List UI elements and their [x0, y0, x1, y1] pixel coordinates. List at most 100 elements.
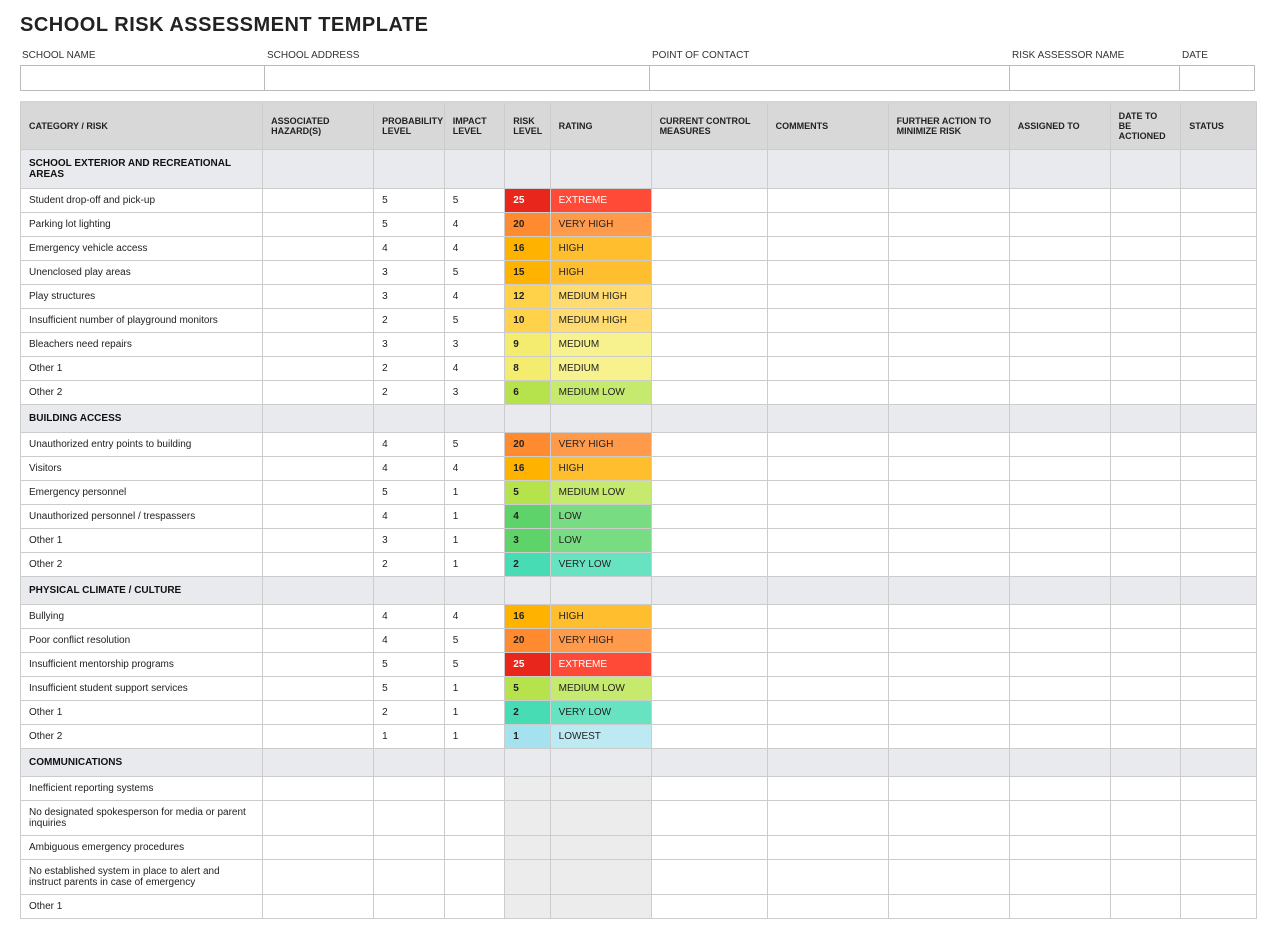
risk-name[interactable]: Student drop-off and pick-up	[21, 189, 263, 213]
further-cell[interactable]	[888, 481, 1009, 505]
date-cell[interactable]	[1110, 653, 1181, 677]
assigned-cell[interactable]	[1009, 457, 1110, 481]
assigned-cell[interactable]	[1009, 605, 1110, 629]
rating-cell[interactable]	[550, 895, 651, 919]
risk-level-cell[interactable]	[505, 860, 550, 895]
assigned-cell[interactable]	[1009, 381, 1110, 405]
assigned-cell[interactable]	[1009, 309, 1110, 333]
status-cell[interactable]	[1181, 860, 1257, 895]
assigned-cell[interactable]	[1009, 801, 1110, 836]
assigned-cell[interactable]	[1009, 677, 1110, 701]
prob-cell[interactable]: 4	[374, 605, 445, 629]
prob-cell[interactable]	[374, 895, 445, 919]
status-cell[interactable]	[1181, 333, 1257, 357]
comments-cell[interactable]	[767, 309, 888, 333]
further-cell[interactable]	[888, 189, 1009, 213]
prob-cell[interactable]: 5	[374, 189, 445, 213]
further-cell[interactable]	[888, 381, 1009, 405]
impact-cell[interactable]: 4	[444, 605, 505, 629]
risk-name[interactable]: Other 2	[21, 553, 263, 577]
comments-cell[interactable]	[767, 457, 888, 481]
risk-level-cell[interactable]: 16	[505, 605, 550, 629]
prob-cell[interactable]: 5	[374, 677, 445, 701]
comments-cell[interactable]	[767, 605, 888, 629]
comments-cell[interactable]	[767, 433, 888, 457]
assigned-cell[interactable]	[1009, 189, 1110, 213]
control-cell[interactable]	[651, 481, 767, 505]
risk-level-cell[interactable]: 9	[505, 333, 550, 357]
date-cell[interactable]	[1110, 677, 1181, 701]
hazard-cell[interactable]	[263, 553, 374, 577]
assigned-cell[interactable]	[1009, 701, 1110, 725]
rating-cell[interactable]: VERY HIGH	[550, 213, 651, 237]
control-cell[interactable]	[651, 189, 767, 213]
risk-name[interactable]: Insufficient student support services	[21, 677, 263, 701]
date-cell[interactable]	[1110, 433, 1181, 457]
assigned-cell[interactable]	[1009, 505, 1110, 529]
status-cell[interactable]	[1181, 481, 1257, 505]
rating-cell[interactable]	[550, 777, 651, 801]
status-cell[interactable]	[1181, 895, 1257, 919]
date-cell[interactable]	[1110, 357, 1181, 381]
impact-cell[interactable]: 1	[444, 725, 505, 749]
risk-name[interactable]: Other 2	[21, 381, 263, 405]
control-cell[interactable]	[651, 605, 767, 629]
prob-cell[interactable]: 4	[374, 433, 445, 457]
assigned-cell[interactable]	[1009, 529, 1110, 553]
comments-cell[interactable]	[767, 189, 888, 213]
comments-cell[interactable]	[767, 801, 888, 836]
rating-cell[interactable]	[550, 860, 651, 895]
hazard-cell[interactable]	[263, 381, 374, 405]
hazard-cell[interactable]	[263, 457, 374, 481]
hazard-cell[interactable]	[263, 333, 374, 357]
control-cell[interactable]	[651, 457, 767, 481]
risk-level-cell[interactable]: 20	[505, 629, 550, 653]
hazard-cell[interactable]	[263, 605, 374, 629]
status-cell[interactable]	[1181, 777, 1257, 801]
assigned-cell[interactable]	[1009, 237, 1110, 261]
risk-name[interactable]: Parking lot lighting	[21, 213, 263, 237]
comments-cell[interactable]	[767, 553, 888, 577]
control-cell[interactable]	[651, 433, 767, 457]
risk-level-cell[interactable]: 16	[505, 457, 550, 481]
assigned-cell[interactable]	[1009, 481, 1110, 505]
hazard-cell[interactable]	[263, 725, 374, 749]
risk-name[interactable]: Unauthorized entry points to building	[21, 433, 263, 457]
assigned-cell[interactable]	[1009, 285, 1110, 309]
comments-cell[interactable]	[767, 357, 888, 381]
date-cell[interactable]	[1110, 285, 1181, 309]
status-cell[interactable]	[1181, 677, 1257, 701]
further-cell[interactable]	[888, 553, 1009, 577]
further-cell[interactable]	[888, 801, 1009, 836]
risk-level-cell[interactable]: 1	[505, 725, 550, 749]
risk-level-cell[interactable]: 25	[505, 653, 550, 677]
control-cell[interactable]	[651, 505, 767, 529]
assigned-cell[interactable]	[1009, 860, 1110, 895]
input-point-of-contact[interactable]	[650, 65, 1010, 91]
status-cell[interactable]	[1181, 261, 1257, 285]
further-cell[interactable]	[888, 653, 1009, 677]
further-cell[interactable]	[888, 213, 1009, 237]
status-cell[interactable]	[1181, 605, 1257, 629]
control-cell[interactable]	[651, 381, 767, 405]
risk-level-cell[interactable]: 12	[505, 285, 550, 309]
hazard-cell[interactable]	[263, 836, 374, 860]
risk-level-cell[interactable]: 10	[505, 309, 550, 333]
further-cell[interactable]	[888, 725, 1009, 749]
rating-cell[interactable]: VERY LOW	[550, 553, 651, 577]
hazard-cell[interactable]	[263, 189, 374, 213]
date-cell[interactable]	[1110, 381, 1181, 405]
further-cell[interactable]	[888, 457, 1009, 481]
prob-cell[interactable]: 2	[374, 701, 445, 725]
date-cell[interactable]	[1110, 836, 1181, 860]
hazard-cell[interactable]	[263, 677, 374, 701]
comments-cell[interactable]	[767, 629, 888, 653]
impact-cell[interactable]: 4	[444, 285, 505, 309]
rating-cell[interactable]: VERY HIGH	[550, 433, 651, 457]
risk-name[interactable]: No designated spokesperson for media or …	[21, 801, 263, 836]
risk-name[interactable]: Unenclosed play areas	[21, 261, 263, 285]
date-cell[interactable]	[1110, 309, 1181, 333]
rating-cell[interactable]: MEDIUM HIGH	[550, 309, 651, 333]
assigned-cell[interactable]	[1009, 629, 1110, 653]
impact-cell[interactable]: 4	[444, 457, 505, 481]
